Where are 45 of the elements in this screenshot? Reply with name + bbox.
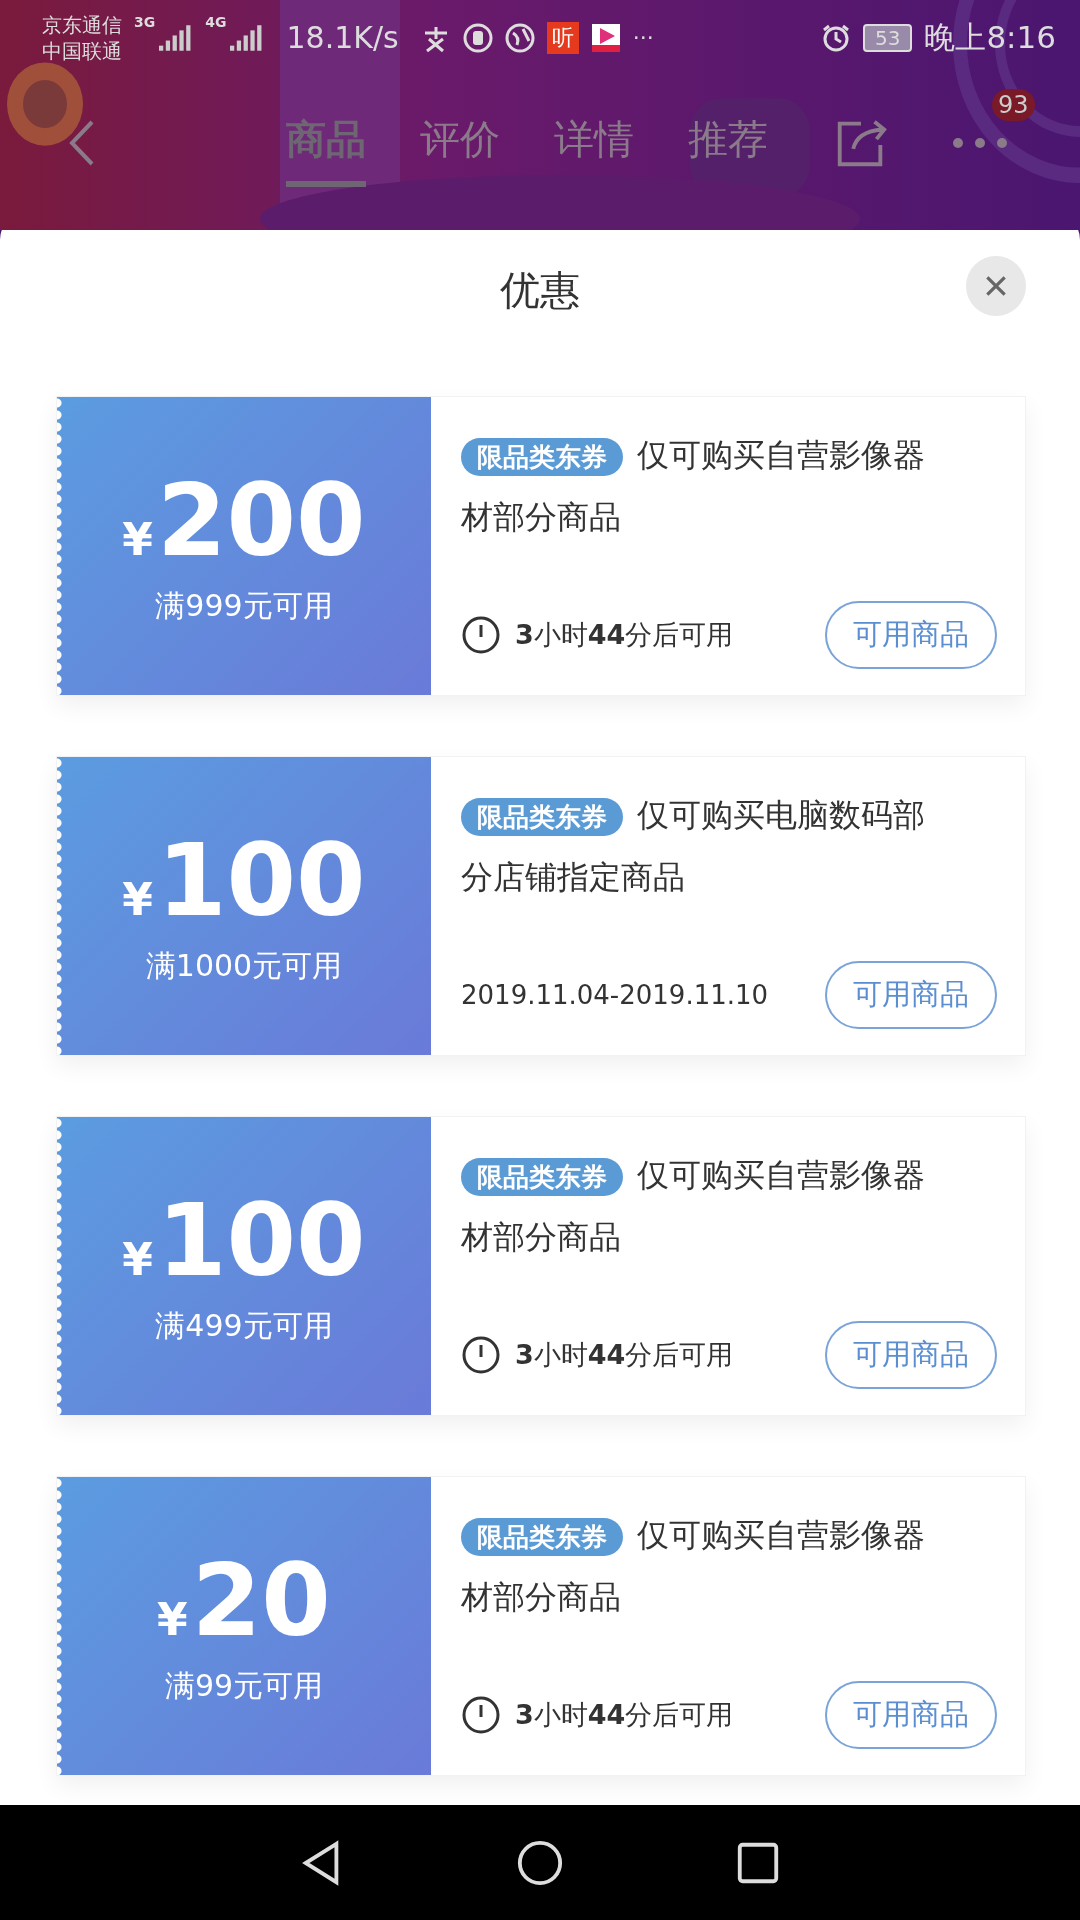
coupon-description: 限品类东券 仅可购买电脑数码部分店铺指定商品 xyxy=(461,795,926,898)
eligible-products-button[interactable]: 可用商品 xyxy=(825,961,997,1029)
network-speed: 18.1K/s xyxy=(286,20,399,55)
carrier-name: 中国联通 xyxy=(42,37,122,64)
network-type: 3G xyxy=(134,14,156,30)
currency-symbol: ¥ xyxy=(122,1233,153,1285)
hand-icon xyxy=(462,22,493,53)
tab[interactable]: 详情 xyxy=(554,98,634,187)
coupon-description: 限品类东券 仅可购买自营影像器材部分商品 xyxy=(461,1155,926,1258)
usage-condition: 满99元可用 xyxy=(164,1666,324,1705)
tab[interactable]: 评价 xyxy=(420,98,500,187)
home-icon[interactable] xyxy=(516,1838,564,1887)
currency-symbol: ¥ xyxy=(122,873,153,925)
sheet-title: 优惠 xyxy=(500,265,580,315)
coupon-amount: 200 xyxy=(156,465,366,576)
currency-symbol: ¥ xyxy=(157,1593,188,1645)
validity-dates: 2019.11.04-2019.11.10 xyxy=(461,980,769,1010)
coupon-description: 限品类东券 仅可购买自营影像器材部分商品 xyxy=(461,1515,926,1618)
currency-symbol: ¥ xyxy=(122,513,153,565)
alarm-icon xyxy=(820,22,851,53)
coupon-type-tag: 限品类东券 xyxy=(461,1518,623,1556)
close-icon xyxy=(983,273,1009,299)
usage-condition: 满999元可用 xyxy=(155,586,333,625)
validity-countdown: 3小时44分后可用 xyxy=(515,1698,734,1732)
eligible-products-button[interactable]: 可用商品 xyxy=(825,1321,997,1389)
clock-icon xyxy=(461,1695,501,1735)
coupon-amount: 100 xyxy=(156,825,366,936)
coupon-type-tag: 限品类东券 xyxy=(461,438,623,476)
eligible-products-button[interactable]: 可用商品 xyxy=(825,1681,997,1749)
coupon-amount: 100 xyxy=(156,1185,366,1296)
validity-countdown: 3小时44分后可用 xyxy=(515,1338,734,1372)
more-notifications: ··· xyxy=(632,25,654,50)
validity-countdown: 3小时44分后可用 xyxy=(515,618,734,652)
usage-condition: 满499元可用 xyxy=(155,1306,333,1345)
clock: 晚上8:16 xyxy=(924,17,1056,57)
eligible-products-button[interactable]: 可用商品 xyxy=(825,601,997,669)
clock-icon xyxy=(461,615,501,655)
carrier-name: 京东通信 xyxy=(42,11,122,38)
coupon-description: 限品类东券 仅可购买自营影像器材部分商品 xyxy=(461,435,926,538)
network-type: 4G xyxy=(205,14,227,30)
clock-icon xyxy=(461,1335,501,1375)
coupon-type-tag: 限品类东券 xyxy=(461,798,623,836)
coupon-amount: 20 xyxy=(191,1545,331,1656)
coupon-type-tag: 限品类东券 xyxy=(461,1158,623,1196)
usage-condition: 满1000元可用 xyxy=(145,946,343,985)
